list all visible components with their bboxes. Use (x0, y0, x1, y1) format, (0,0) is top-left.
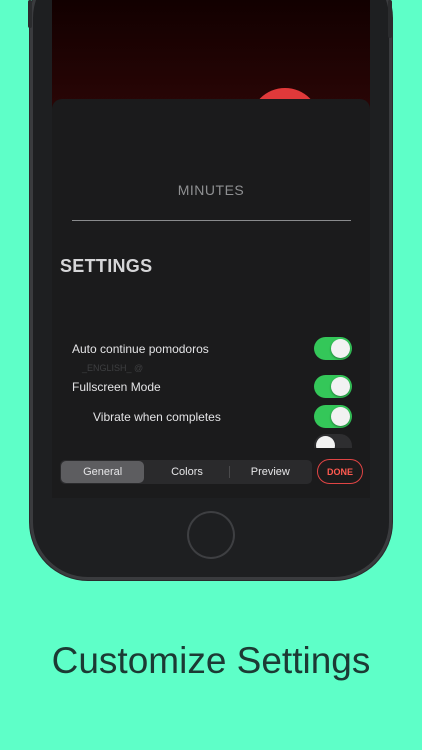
tab-preview[interactable]: Preview (228, 460, 312, 484)
done-button[interactable]: DONE (317, 459, 363, 484)
ghost-text: _ENGLISH_ @ (82, 363, 144, 373)
toggle-knob (331, 407, 350, 426)
setting-label-vibrate: Vibrate when completes (93, 410, 221, 424)
setting-label-fullscreen: Fullscreen Mode (72, 380, 161, 394)
promo-caption: Customize Settings (51, 640, 371, 681)
timer-background (52, 0, 370, 110)
toggle-fullscreen[interactable] (314, 375, 352, 398)
settings-tabs: General Colors Preview (60, 460, 312, 484)
tab-colors[interactable]: Colors (145, 460, 228, 484)
toggle-partial[interactable] (314, 434, 352, 455)
toggle-auto-continue[interactable] (314, 337, 352, 360)
phone-volume-button (28, 0, 32, 28)
home-button[interactable] (187, 511, 235, 559)
phone-side-button (388, 0, 392, 38)
toggle-vibrate[interactable] (314, 405, 352, 428)
toggle-knob (331, 377, 350, 396)
divider (72, 220, 351, 221)
tab-general[interactable]: General (61, 461, 145, 483)
minutes-label: MINUTES (177, 182, 245, 198)
toggle-knob (331, 339, 350, 358)
settings-title: SETTINGS (60, 256, 153, 276)
setting-label-auto-continue: Auto continue pomodoros (72, 342, 209, 356)
